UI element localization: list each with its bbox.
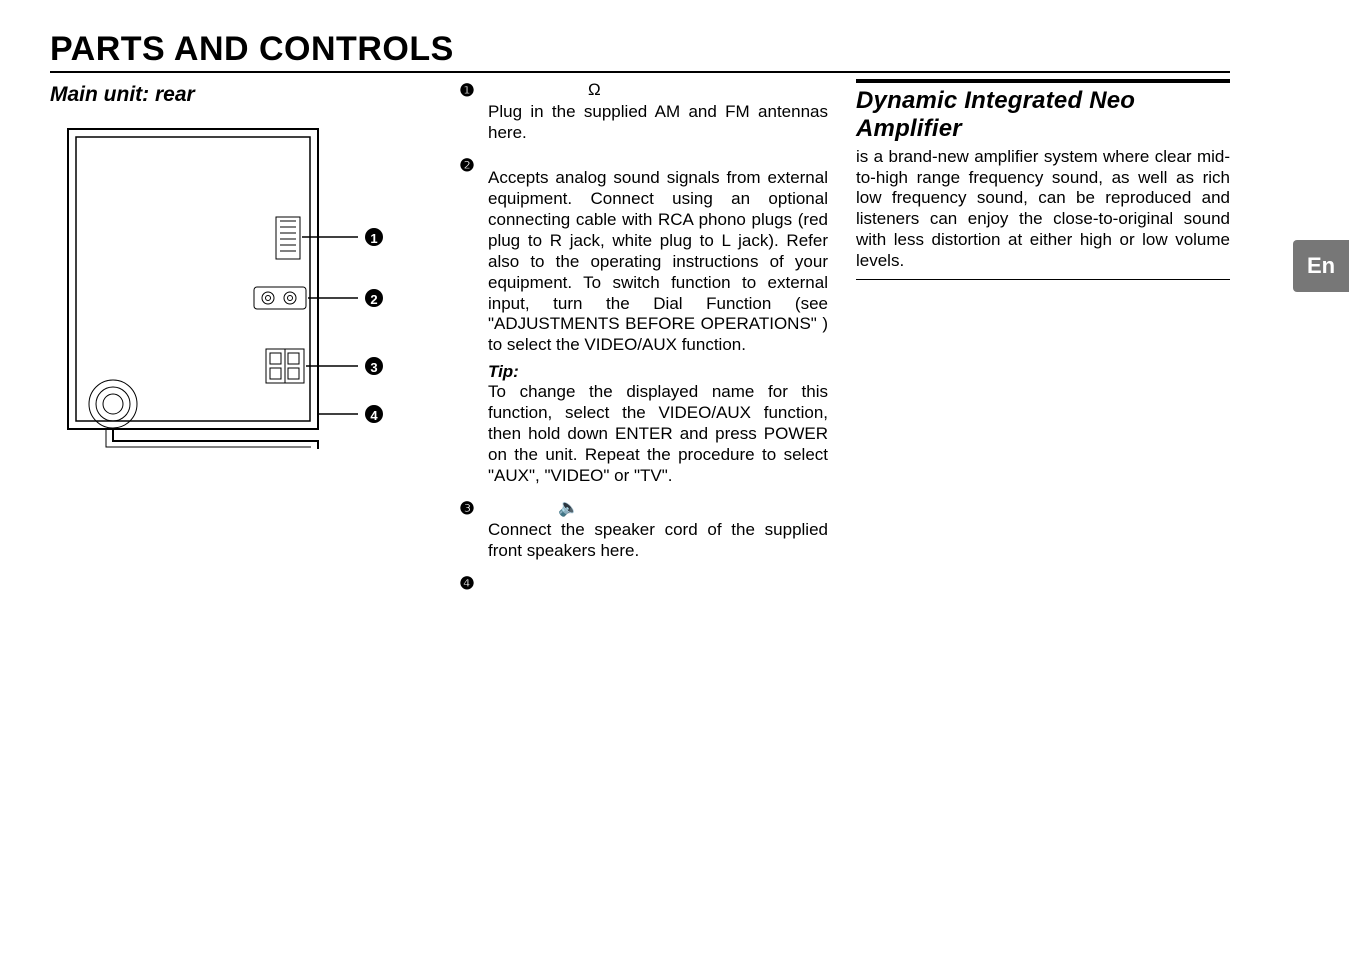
right-body: is a brand-new amplifier system where cl… [856,147,1230,271]
entry-3-number: ❸ [458,497,476,562]
language-tab: En [1293,240,1349,292]
entry-1: ❶ Ω Plug in the supplied AM and FM anten… [458,79,828,144]
column-left: Main unit: rear [50,79,430,604]
right-subhead: Dynamic Integrated Neo Amplifier [856,87,1230,143]
entry-2-number: ❷ [458,154,476,487]
entry-1-desc: Plug in the supplied AM and FM antennas … [488,102,828,144]
left-subhead: Main unit: rear [50,83,430,107]
svg-text:2: 2 [370,292,377,307]
entry-1-header: Ω [488,79,828,100]
entry-2-tip: To change the displayed name for this fu… [488,382,828,487]
columns: Main unit: rear [50,79,1230,604]
entry-4-number: ❹ [458,572,476,594]
right-bottom-rule [856,279,1230,280]
entry-2-tip-text: To change the displayed name for this fu… [488,382,828,485]
entry-2: ❷ Accepts analog sound signals from exte… [458,154,828,487]
entry-3: ❸ 🔈 Connect the speaker cord of the supp… [458,497,828,562]
entry-3-desc: Connect the speaker cord of the supplied… [488,520,828,562]
svg-text:3: 3 [370,360,377,375]
svg-text:1: 1 [370,231,377,246]
column-mid: ❶ Ω Plug in the supplied AM and FM anten… [458,79,828,604]
entry-4: ❹ [458,572,828,594]
entry-3-header: 🔈 [488,497,828,518]
svg-text:4: 4 [370,408,378,423]
entry-1-number: ❶ [458,79,476,144]
tip-label: Tip: [488,362,828,382]
speaker-icon: 🔈 [558,498,579,517]
right-top-rule [856,79,1230,83]
column-right: Dynamic Integrated Neo Amplifier is a br… [856,79,1230,604]
ohm-icon: Ω [588,80,601,99]
entry-2-desc: Accepts analog sound signals from extern… [488,168,828,356]
rear-panel-diagram: 1 2 3 4 [58,119,430,464]
page-title: PARTS AND CONTROLS [50,30,1230,73]
